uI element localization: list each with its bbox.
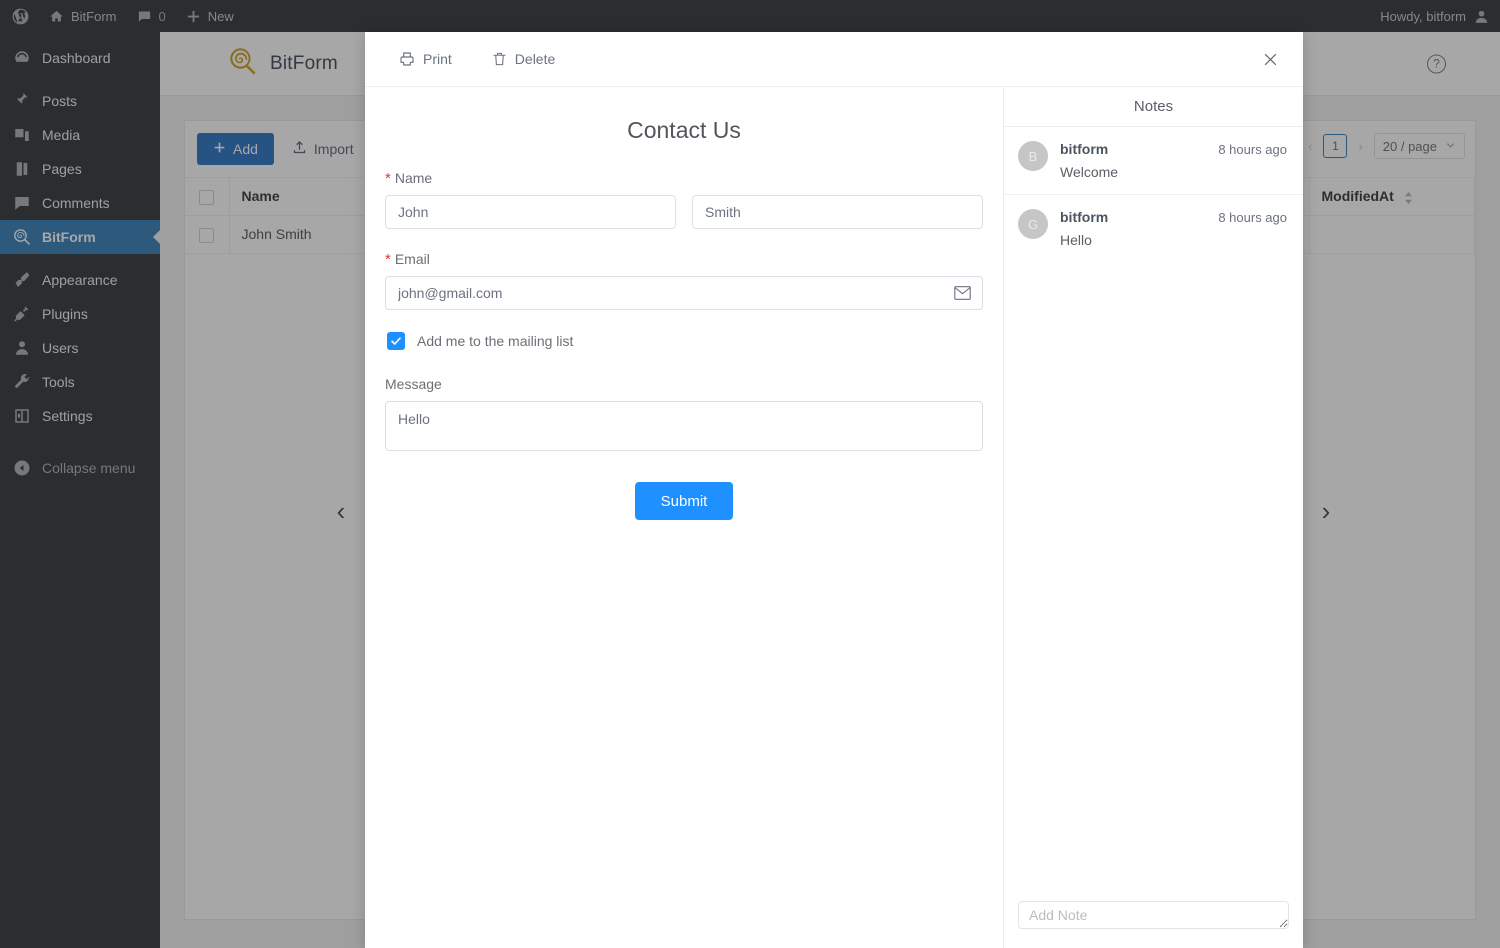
- prev-entry-chevron-left-icon[interactable]: ‹: [325, 495, 357, 527]
- note-item: G bitform 8 hours ago Hello: [1004, 195, 1303, 262]
- last-name-input[interactable]: [692, 195, 983, 229]
- entry-detail-modal: Print Delete Contact Us * Name John Smit…: [365, 32, 1303, 948]
- note-timestamp: 8 hours ago: [1218, 142, 1287, 157]
- close-icon[interactable]: [1255, 44, 1285, 74]
- submit-button[interactable]: Submit: [634, 482, 734, 520]
- modal-body: Contact Us * Name * Email: [365, 87, 1303, 948]
- notes-panel: Notes B bitform 8 hours ago Welcome G bi…: [1003, 87, 1303, 948]
- required-asterisk: *: [385, 170, 391, 187]
- note-author: bitform: [1060, 209, 1109, 225]
- mail-icon: [954, 286, 971, 300]
- delete-button[interactable]: Delete: [482, 45, 565, 73]
- print-button[interactable]: Print: [389, 45, 462, 73]
- print-button-label: Print: [423, 51, 452, 67]
- avatar: G: [1018, 209, 1048, 239]
- email-input[interactable]: [385, 276, 983, 310]
- field-name-label: * Name: [385, 170, 983, 186]
- field-email: * Email: [385, 251, 983, 310]
- first-name-input[interactable]: [385, 195, 676, 229]
- note-meta: bitform 8 hours ago: [1060, 141, 1287, 157]
- email-input-wrap: [385, 276, 983, 310]
- field-mailing-list: Add me to the mailing list: [387, 332, 983, 350]
- field-message-label: Message: [385, 376, 983, 392]
- note-meta: bitform 8 hours ago: [1060, 209, 1287, 225]
- trash-icon: [492, 51, 507, 67]
- note-text: Welcome: [1060, 164, 1119, 180]
- note-timestamp: 8 hours ago: [1218, 210, 1287, 225]
- entry-form: Contact Us * Name * Email: [365, 87, 1003, 948]
- note-content: bitform 8 hours ago Hello: [1060, 209, 1287, 248]
- mailing-list-label: Add me to the mailing list: [417, 333, 574, 349]
- next-entry-chevron-right-icon[interactable]: ›: [1310, 495, 1342, 527]
- add-note-row: [1004, 891, 1303, 948]
- notes-title: Notes: [1004, 87, 1303, 127]
- note-author: bitform: [1060, 141, 1109, 157]
- printer-icon: [399, 51, 415, 67]
- field-message: Message: [385, 376, 983, 456]
- field-name-text: Name: [394, 170, 433, 186]
- modal-header: Print Delete: [365, 32, 1303, 87]
- submit-row: Submit: [385, 482, 983, 520]
- form-title: Contact Us: [627, 117, 741, 143]
- message-textarea[interactable]: [385, 401, 983, 451]
- note-item: B bitform 8 hours ago Welcome: [1004, 127, 1303, 195]
- mailing-list-checkbox[interactable]: [387, 332, 405, 350]
- delete-button-label: Delete: [514, 51, 556, 67]
- field-email-label: * Email: [385, 251, 983, 267]
- add-note-input[interactable]: [1018, 901, 1289, 929]
- field-email-text: Email: [394, 251, 430, 267]
- name-inputs-row: [385, 195, 983, 229]
- notes-list: B bitform 8 hours ago Welcome G bitform: [1004, 127, 1303, 891]
- note-content: bitform 8 hours ago Welcome: [1060, 141, 1287, 180]
- field-message-text: Message: [385, 376, 442, 392]
- required-asterisk: *: [385, 251, 391, 268]
- field-name: * Name: [385, 170, 983, 229]
- note-text: Hello: [1060, 232, 1092, 248]
- avatar: B: [1018, 141, 1048, 171]
